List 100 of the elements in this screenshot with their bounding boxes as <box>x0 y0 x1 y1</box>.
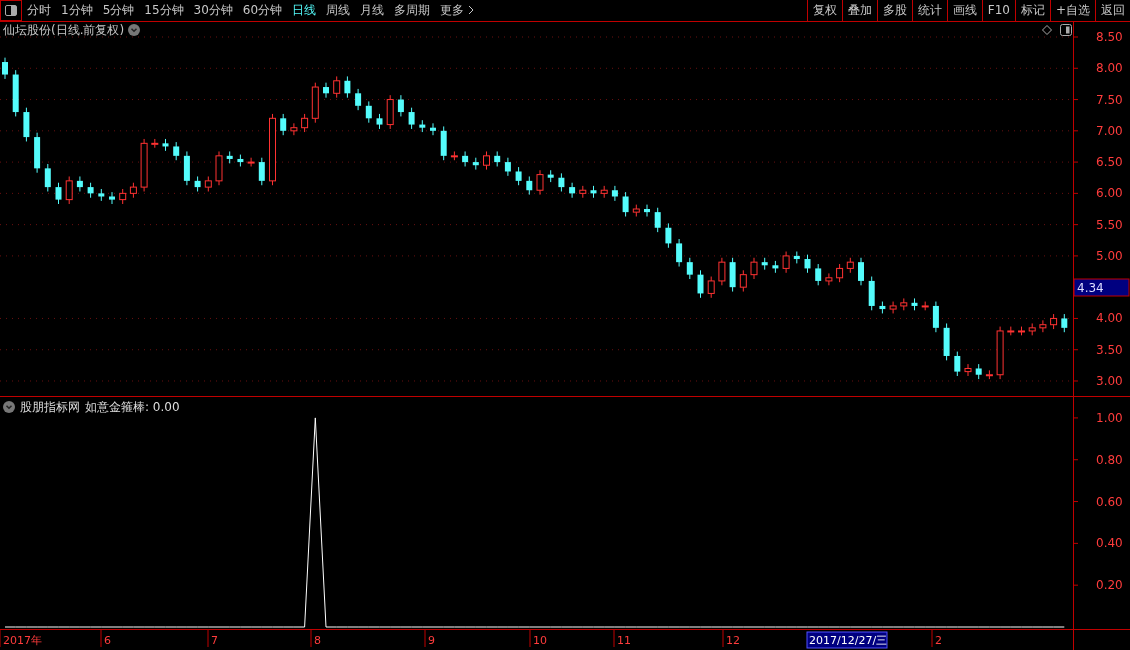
period-tab[interactable]: 5分钟 <box>97 0 140 21</box>
period-tab[interactable]: 15分钟 <box>139 0 189 21</box>
period-tab[interactable]: 月线 <box>355 0 390 21</box>
candlestick <box>333 75 341 98</box>
toolbar-button[interactable]: 标记 <box>1014 0 1050 21</box>
candlestick <box>87 181 94 198</box>
axis-label: 7.00 <box>1096 123 1123 138</box>
candlestick <box>365 100 372 123</box>
candlestick <box>280 112 287 136</box>
candlestick <box>558 172 565 192</box>
candlestick <box>804 253 811 273</box>
candlestick <box>173 141 180 161</box>
toolbar-button[interactable]: 多股 <box>876 0 912 21</box>
date-label: 2 <box>935 633 942 647</box>
indicator-name: 股朋指标网 <box>20 398 80 416</box>
candlestick <box>76 175 83 192</box>
axis-label: 7.50 <box>1096 92 1123 107</box>
candlestick <box>119 188 127 204</box>
panel-toggle-icon[interactable] <box>1060 23 1072 36</box>
candlestick <box>825 272 833 286</box>
period-tab[interactable]: 周线 <box>321 0 356 21</box>
candlestick <box>344 75 351 98</box>
candlestick <box>536 169 544 195</box>
candlestick <box>301 112 309 133</box>
period-tab[interactable]: 分时 <box>22 0 56 21</box>
candlestick <box>34 131 41 173</box>
toolbar-button[interactable]: 统计 <box>911 0 947 21</box>
chevron-icon <box>468 5 475 16</box>
candlestick <box>782 250 790 273</box>
candlestick <box>355 87 362 111</box>
candlestick <box>323 81 329 98</box>
candlestick <box>644 203 650 217</box>
candlestick <box>632 203 640 217</box>
toolbar-button[interactable]: +自选 <box>1049 0 1095 21</box>
candlestick <box>462 150 469 167</box>
candlestick <box>590 184 597 198</box>
toolbar-button[interactable]: 复权 <box>806 0 842 21</box>
candlestick <box>697 269 704 298</box>
date-label: 6 <box>104 633 111 647</box>
candlestick <box>921 300 929 311</box>
candlestick <box>151 137 159 148</box>
candlestick <box>985 369 993 380</box>
indicator-reading: 如意金箍棒: 0.00 <box>85 398 180 416</box>
dropdown-icon[interactable] <box>3 401 15 413</box>
toolbar-button[interactable]: F10 <box>981 0 1015 21</box>
axis-label: 0.80 <box>1096 452 1123 467</box>
candlestick <box>739 269 747 292</box>
candlestick <box>761 256 768 270</box>
candlestick <box>194 175 201 192</box>
candlestick <box>98 188 105 201</box>
candlestick <box>12 69 19 117</box>
candlestick <box>707 275 715 298</box>
candlestick <box>408 106 415 129</box>
candlestick <box>483 150 490 170</box>
period-tab[interactable]: 30分钟 <box>188 0 238 21</box>
candlestick <box>129 181 137 198</box>
candlestick <box>450 150 458 161</box>
candlestick <box>654 206 661 233</box>
period-tab[interactable]: 更多 <box>435 0 480 21</box>
candlestick <box>611 184 618 201</box>
toolbar-button[interactable]: 画线 <box>946 0 982 21</box>
date-label: 10 <box>533 633 547 647</box>
candlestick <box>964 363 972 376</box>
axis-label: 3.00 <box>1096 373 1123 388</box>
dropdown-icon[interactable] <box>128 24 141 36</box>
candlestick <box>55 181 62 204</box>
candlestick <box>526 175 533 195</box>
candlestick <box>109 191 115 204</box>
candlestick <box>386 94 394 129</box>
candlestick <box>943 322 950 361</box>
candlestick <box>472 156 479 170</box>
candlestick <box>397 94 404 117</box>
candlestick <box>247 156 255 167</box>
candlestick <box>996 325 1004 380</box>
candlestick <box>932 300 939 333</box>
period-tab[interactable]: 多周期 <box>389 0 436 21</box>
candlestick <box>419 119 426 133</box>
toolbar-button[interactable]: 返回 <box>1095 0 1130 21</box>
candlestick <box>237 153 244 167</box>
toolbar-button[interactable]: 叠加 <box>841 0 877 21</box>
date-label: 8 <box>314 633 321 647</box>
period-tab[interactable]: 1分钟 <box>56 0 98 21</box>
candlestick <box>376 112 383 129</box>
date-label: 2017/12/27/三 <box>809 633 888 647</box>
candlestick <box>494 150 501 167</box>
period-tab[interactable]: 日线 <box>287 0 322 21</box>
candlestick <box>676 238 683 267</box>
candlestick <box>686 256 693 280</box>
candlestick <box>215 150 223 186</box>
candlestick <box>515 166 522 186</box>
chart-title: 仙坛股份(日线.前复权) <box>3 21 125 39</box>
candlestick <box>547 169 554 183</box>
period-tab[interactable]: 60分钟 <box>237 0 288 21</box>
diamond-icon[interactable] <box>1042 24 1052 35</box>
candlestick <box>140 137 148 192</box>
candlestick <box>1039 319 1047 333</box>
axis-label: 5.00 <box>1096 248 1123 263</box>
candlestick <box>430 122 436 136</box>
candlestick <box>162 137 169 151</box>
panel-toggle-icon[interactable] <box>0 0 22 21</box>
